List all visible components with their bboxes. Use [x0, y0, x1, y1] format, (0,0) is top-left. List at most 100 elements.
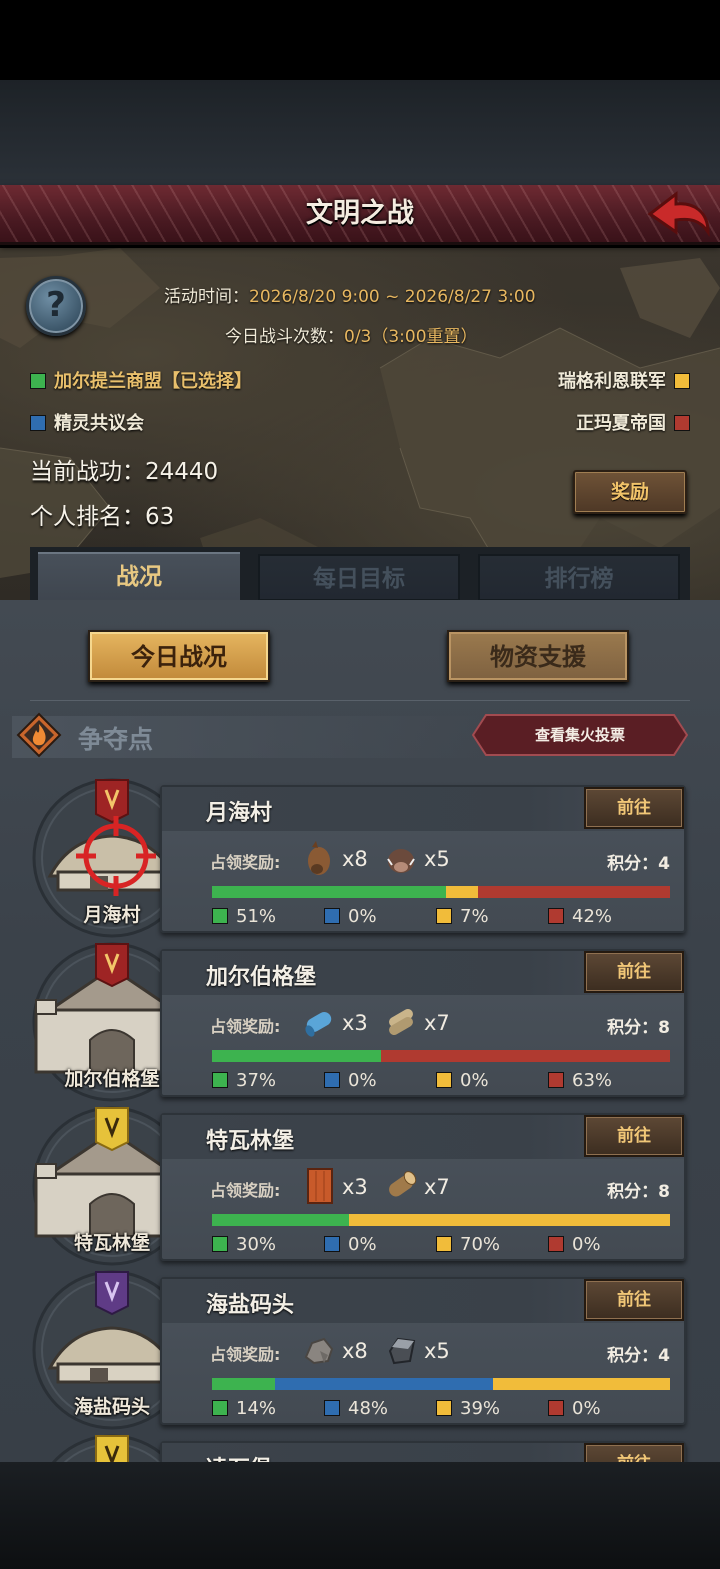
share-legend: 14% 48% 39% 0%: [212, 1398, 672, 1420]
go-button[interactable]: 前往: [584, 787, 684, 829]
share-percent: 48%: [324, 1398, 388, 1419]
share-segment: [212, 886, 446, 898]
header-backdrop: [0, 80, 720, 185]
control-share-bar: [212, 1378, 671, 1390]
back-arrow-icon: [647, 190, 710, 237]
reward-count: x3: [342, 1011, 368, 1035]
divider: [30, 700, 690, 701]
share-percent: 0%: [324, 906, 377, 927]
reward-label: 占领奖励:: [210, 1017, 281, 1036]
faction-color-swatch: [324, 1072, 340, 1088]
point-score: 积分：8: [607, 1177, 670, 1202]
share-percent: 30%: [212, 1234, 276, 1255]
share-percent: 70%: [436, 1234, 500, 1255]
go-button[interactable]: 前往: [584, 1279, 684, 1321]
subtab-supply-support[interactable]: 物资支援: [447, 630, 629, 682]
rank-value: 63: [145, 504, 175, 530]
faction-color-swatch: [324, 1400, 340, 1416]
share-percent: 0%: [548, 1398, 601, 1419]
reward-label: 占领奖励:: [210, 1181, 281, 1200]
share-percent-value: 0%: [460, 1070, 489, 1091]
faction-color-swatch: [212, 1072, 228, 1088]
battle-count-label: 今日战斗次数：: [225, 327, 344, 347]
reward-count: x5: [424, 847, 450, 871]
share-segment: [212, 1378, 276, 1390]
share-percent-value: 0%: [572, 1398, 601, 1419]
share-percent-value: 0%: [572, 1234, 601, 1255]
score-value: 8: [658, 1018, 670, 1038]
score-value: 4: [658, 1346, 670, 1366]
share-segment: [275, 1378, 494, 1390]
share-percent: 0%: [436, 1070, 489, 1091]
fire-icon: [16, 712, 62, 758]
share-legend: 30% 0% 70% 0%: [212, 1234, 672, 1256]
section-title: 争夺点: [78, 725, 154, 754]
faction-color-swatch: [436, 1072, 452, 1088]
share-percent-value: 37%: [236, 1070, 277, 1091]
share-percent: 37%: [212, 1070, 276, 1091]
help-button[interactable]: ?: [26, 276, 86, 336]
faction-color-swatch: [324, 908, 340, 924]
question-icon: ?: [46, 285, 66, 325]
back-button[interactable]: [646, 190, 712, 240]
faction-name: 瑞格利恩联军: [558, 371, 666, 392]
capture-point-card: 月海村 前往 占领奖励: x8 x5 积分：4 51% 0% 7% 42%: [160, 785, 686, 933]
battle-count: 今日战斗次数：0/3（3:00重置）: [225, 322, 478, 347]
control-share-bar: [212, 1214, 670, 1226]
control-share-bar: [212, 886, 670, 898]
emblem-label: 加尔伯格堡: [64, 1068, 160, 1090]
tab-battle-status[interactable]: 战况: [38, 552, 240, 604]
faction-color-swatch: [548, 1072, 564, 1088]
reward-count: x8: [342, 847, 368, 871]
reward-label: 占领奖励:: [210, 853, 281, 872]
share-legend: 37% 0% 0% 63%: [212, 1070, 672, 1092]
share-segment: [445, 886, 478, 898]
reward-label: 占领奖励:: [210, 1345, 281, 1364]
share-percent: 0%: [548, 1234, 601, 1255]
navigation-bar-area: [0, 1462, 720, 1569]
score-label: 积分：: [607, 854, 659, 874]
horse-icon: [302, 839, 336, 877]
page-title: 文明之战: [306, 198, 414, 229]
faction-legend-red: 正玛夏帝国: [576, 409, 690, 435]
tab-daily-goals[interactable]: 每日目标: [258, 554, 460, 601]
go-button[interactable]: 前往: [584, 1115, 684, 1157]
tab-leaderboard[interactable]: 排行榜: [478, 554, 680, 601]
share-percent-value: 70%: [460, 1234, 501, 1255]
share-segment: [477, 886, 670, 898]
go-button[interactable]: 前往: [584, 951, 684, 993]
point-score: 积分：4: [607, 1341, 670, 1366]
share-segment: [381, 1050, 670, 1062]
view-focus-vote-button[interactable]: 查看集火投票: [472, 714, 688, 756]
share-percent: 42%: [548, 906, 612, 927]
point-score: 积分：4: [607, 849, 670, 874]
share-percent: 14%: [212, 1398, 276, 1419]
event-time-value: 2026/8/20 9:00 ~ 2026/8/27 3:00: [249, 287, 536, 307]
rank-stat: 个人排名：63: [30, 497, 174, 531]
point-score: 积分：8: [607, 1013, 670, 1038]
share-percent: 7%: [436, 906, 489, 927]
faction-name: 精灵共议会: [54, 413, 144, 434]
reward-button[interactable]: 奖励: [573, 470, 687, 514]
subtab-today-status[interactable]: 今日战况: [88, 630, 270, 682]
share-percent-value: 0%: [348, 1070, 377, 1091]
share-percent-value: 48%: [348, 1398, 389, 1419]
share-percent-value: 30%: [236, 1234, 277, 1255]
point-name: 月海村: [206, 801, 273, 826]
score-label: 积分：: [607, 1182, 659, 1202]
iron-ingot-icon: [384, 1331, 418, 1369]
control-share-bar: [212, 1050, 670, 1062]
reward-count: x7: [424, 1011, 450, 1035]
reward-count: x8: [342, 1339, 368, 1363]
rank-label: 个人排名：: [30, 504, 145, 530]
emblem-label: 海盐码头: [73, 1396, 150, 1418]
share-percent-value: 7%: [460, 906, 489, 927]
reward-count: x7: [424, 1175, 450, 1199]
faction-color-swatch: [324, 1236, 340, 1252]
event-time: 活动时间：2026/8/20 9:00 ~ 2026/8/27 3:00: [164, 282, 536, 307]
cloth-roll-icon: [302, 1003, 336, 1041]
faction-color-swatch: [548, 908, 564, 924]
share-percent-value: 42%: [572, 906, 613, 927]
capture-point-card: 特瓦林堡 前往 占领奖励: x3 x7 积分：8 30% 0% 70% 0%: [160, 1113, 686, 1261]
emblem-label: 月海村: [83, 904, 141, 926]
